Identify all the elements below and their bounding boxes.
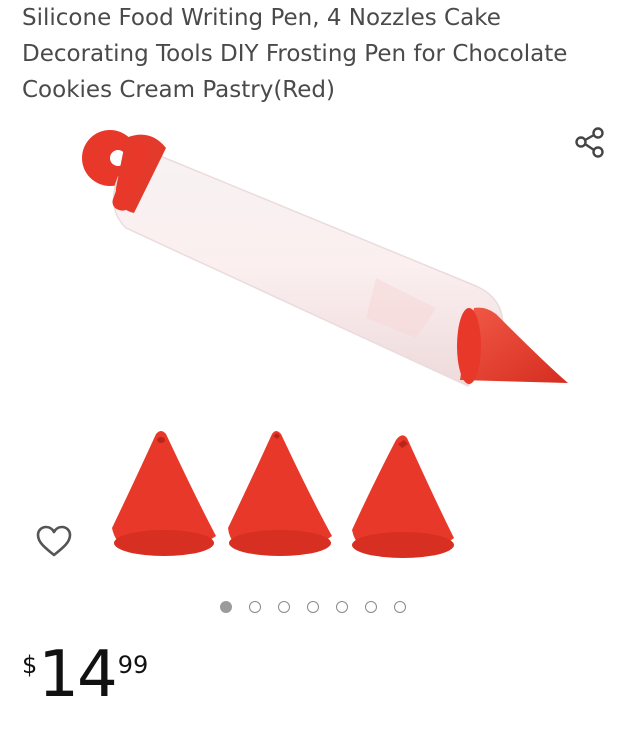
- carousel-dot[interactable]: [365, 601, 377, 613]
- price-fraction: 99: [117, 651, 149, 679]
- price: $ 14 99: [22, 640, 148, 710]
- carousel-dot[interactable]: [278, 601, 290, 613]
- nozzle-1: [112, 431, 216, 556]
- product-image[interactable]: [76, 118, 576, 568]
- carousel-dot[interactable]: [249, 601, 261, 613]
- wishlist-button[interactable]: [34, 522, 74, 562]
- heart-outline-icon: [36, 525, 72, 557]
- share-icon: [575, 127, 604, 158]
- carousel-dot[interactable]: [394, 601, 406, 613]
- carousel-dot[interactable]: [220, 601, 232, 613]
- carousel-dot[interactable]: [336, 601, 348, 613]
- price-currency-symbol: $: [22, 651, 38, 679]
- product-title: Silicone Food Writing Pen, 4 Nozzles Cak…: [22, 5, 568, 103]
- carousel-dot[interactable]: [307, 601, 319, 613]
- pen-illustration: [82, 130, 568, 387]
- nozzle-3: [352, 435, 454, 558]
- price-whole: 14: [38, 638, 117, 712]
- nozzle-2: [228, 431, 332, 556]
- carousel-indicator: [220, 599, 406, 615]
- share-button[interactable]: [572, 124, 608, 160]
